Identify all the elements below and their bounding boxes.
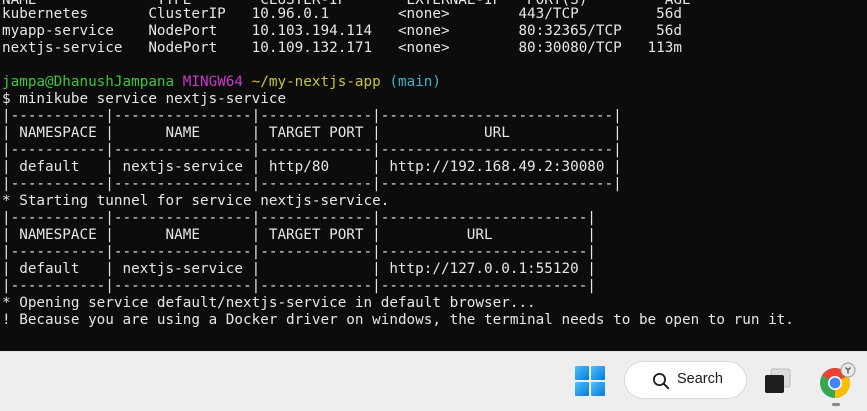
search-label: Search	[677, 371, 723, 387]
tunnel-message: * Starting tunnel for service nextjs-ser…	[2, 193, 390, 209]
table2-border: |-----------|----------------|----------…	[2, 244, 596, 260]
table1-border: |-----------|----------------|----------…	[2, 142, 622, 158]
chrome-icon[interactable]	[818, 362, 856, 400]
table2-border: |-----------|----------------|----------…	[2, 210, 596, 226]
open-browser-message: * Opening service default/nextjs-service…	[2, 295, 536, 311]
taskbar-search-button[interactable]: Search	[624, 361, 747, 399]
docker-warning-message: ! Because you are using a Docker driver …	[2, 312, 794, 328]
table2-border: |-----------|----------------|----------…	[2, 278, 596, 294]
running-app-indicator	[832, 403, 840, 406]
service-row: myapp-service NodePort 10.103.194.114 <n…	[2, 23, 682, 39]
command-line: $ minikube service nextjs-service	[2, 91, 287, 107]
search-icon	[653, 373, 670, 390]
shell-prompt: jampa@DhanushJampana MINGW64 ~/my-nextjs…	[2, 74, 441, 91]
table1-border: |-----------|----------------|----------…	[2, 176, 622, 192]
table1-row: | default | nextjs-service | http/80 | h…	[2, 159, 622, 175]
service-row: nextjs-service NodePort 10.109.132.171 <…	[2, 40, 682, 56]
prompt-path: ~/my-nextjs-app	[251, 74, 381, 90]
service-row: kubernetes ClusterIP 10.96.0.1 <none> 44…	[2, 6, 682, 22]
table2-header: | NAMESPACE | NAME | TARGET PORT | URL |	[2, 227, 596, 243]
prompt-env: MINGW64	[182, 74, 244, 90]
prompt-user-host: jampa@DhanushJampana	[2, 74, 175, 90]
task-view-icon[interactable]	[762, 366, 794, 396]
prompt-branch: (main)	[389, 74, 442, 90]
windows-start-icon[interactable]	[575, 366, 605, 396]
terminal-window[interactable]: NAME TYPE CLUSTER-IP EXTERNAL-IP PORT(S)…	[0, 0, 867, 351]
table1-header: | NAMESPACE | NAME | TARGET PORT | URL |	[2, 125, 622, 141]
table1-border: |-----------|----------------|----------…	[2, 108, 622, 124]
table2-row: | default | nextjs-service | | http://12…	[2, 261, 596, 277]
